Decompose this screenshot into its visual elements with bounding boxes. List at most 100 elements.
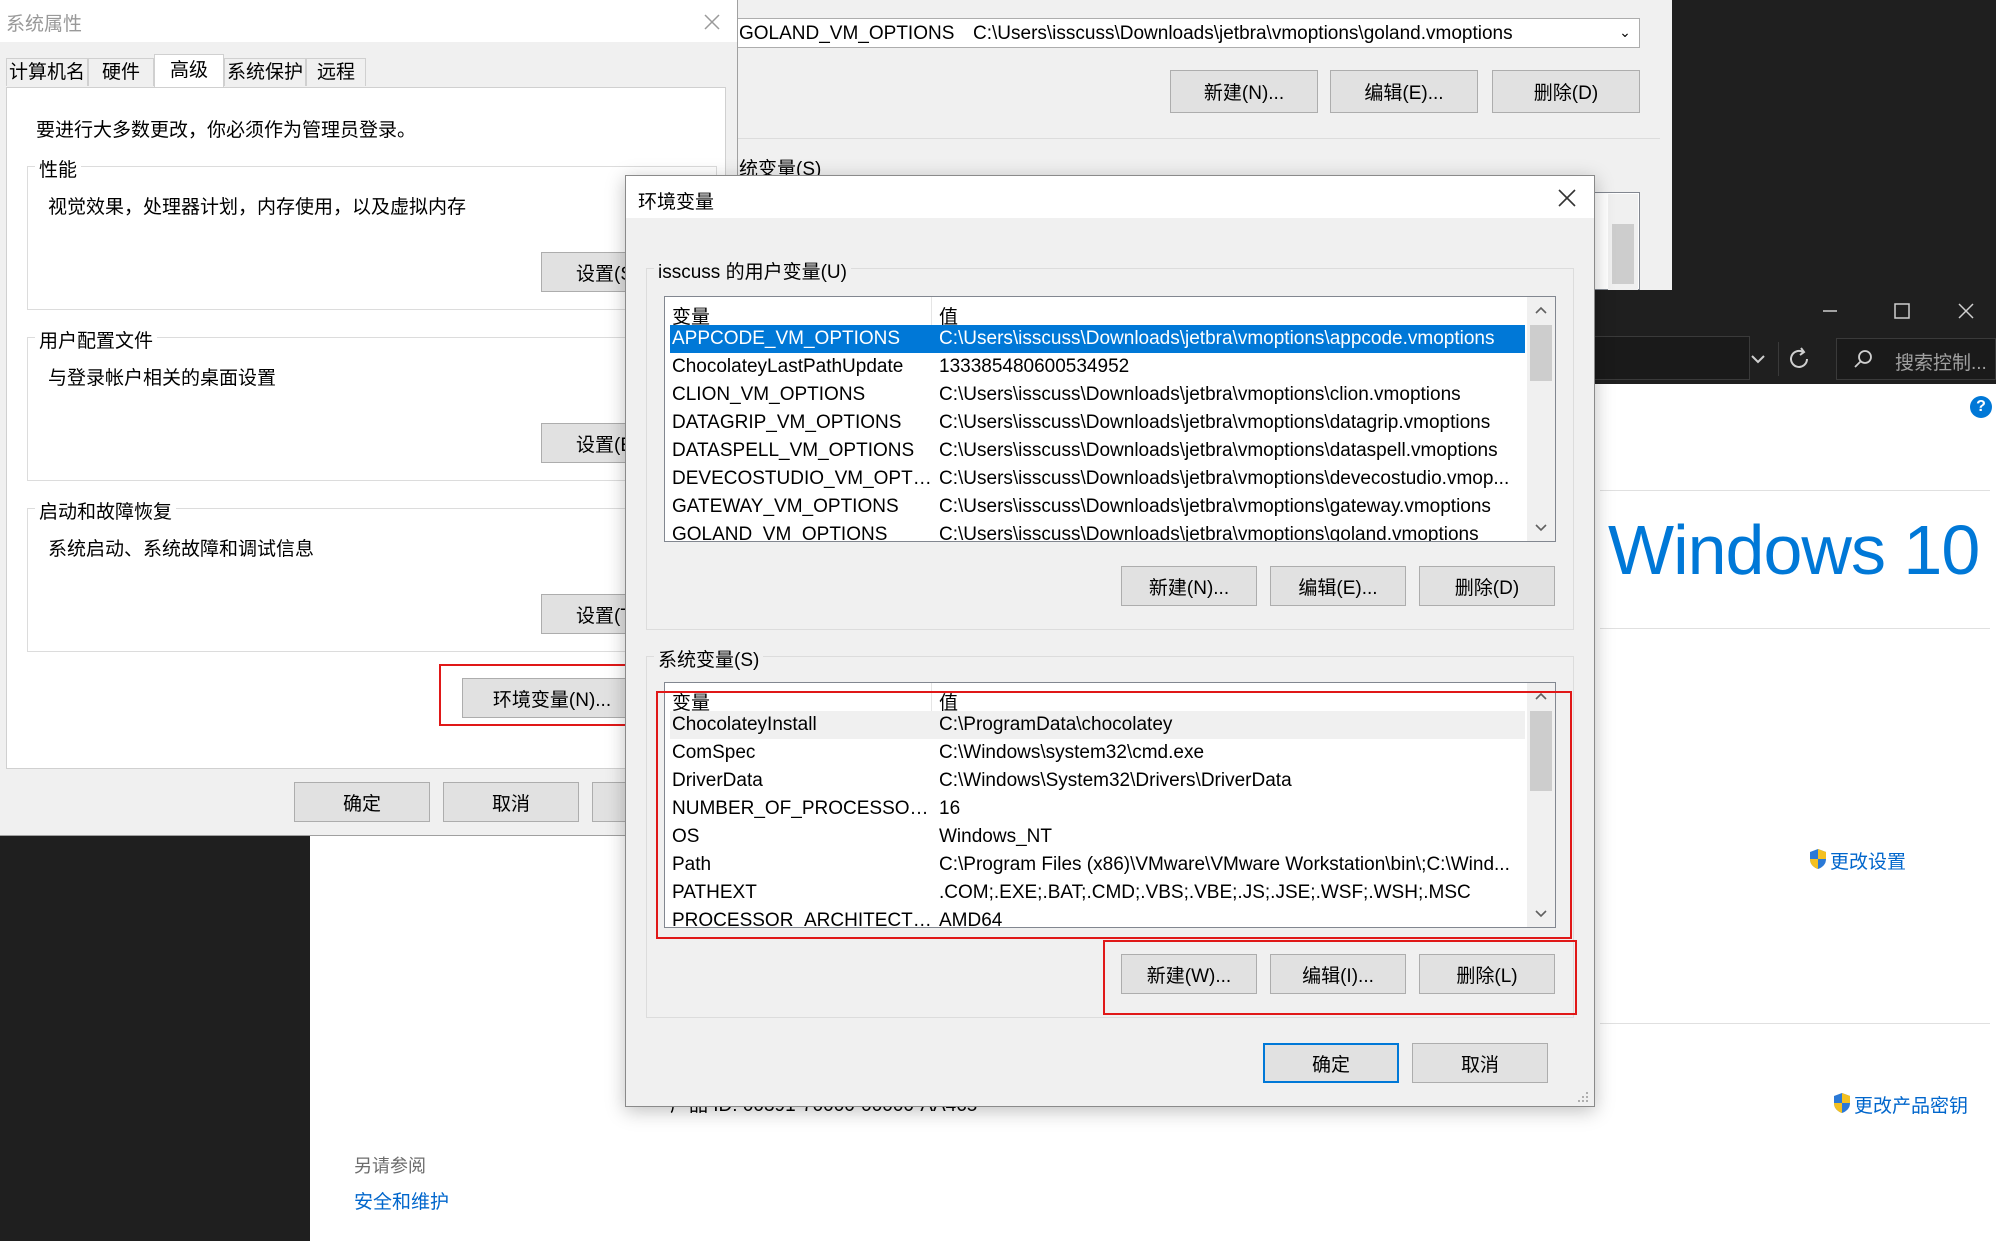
sp-ok-button[interactable]: 确定 <box>294 782 430 822</box>
cp-divider-1 <box>1600 490 1990 491</box>
tab-label: 计算机名 <box>8 62 85 83</box>
env-cancel-button[interactable]: 取消 <box>1412 1043 1548 1083</box>
cp-search-box[interactable]: 搜索控制... <box>1836 338 1996 380</box>
var-value: C:\Users\isscuss\Downloads\jetbra\vmopti… <box>939 524 1479 542</box>
env-ok-button[interactable]: 确定 <box>1263 1043 1399 1083</box>
bg-delete-label: 删除(D) <box>1533 83 1599 104</box>
sp-ok-label: 确定 <box>342 793 381 815</box>
desktop-dark-left <box>0 835 310 1241</box>
environment-variables-dialog: 环境变量 isscuss 的用户变量(U) 变量 值 APPCODE_VM_OP… <box>625 175 1595 1107</box>
tab-label: 硬件 <box>101 62 140 83</box>
table-row[interactable]: CLION_VM_OPTIONS C:\Users\isscuss\Downloa… <box>670 381 1525 409</box>
user-delete-label: 删除(D) <box>1454 577 1520 599</box>
bg-sys-scroll-thumb[interactable] <box>1612 224 1634 284</box>
table-row[interactable]: GOLAND_VM_OPTIONS C:\Users\isscuss\Downlo… <box>670 521 1525 542</box>
user-edit-button[interactable]: 编辑(E)... <box>1270 566 1406 606</box>
user-vars-scroll-thumb[interactable] <box>1530 325 1552 381</box>
maximize-icon[interactable] <box>1882 298 1922 324</box>
bg-sys-scrollbar[interactable] <box>1608 194 1638 290</box>
var-name: ChocolateyLastPathUpdate <box>672 356 904 377</box>
table-row[interactable]: APPCODE_VM_OPTIONS C:\Users\isscuss\Downl… <box>670 325 1525 353</box>
scroll-up-icon[interactable] <box>1527 297 1555 323</box>
see-also-heading: 另请参阅 <box>354 1156 426 1176</box>
search-icon <box>1851 348 1875 372</box>
address-dropdown-icon[interactable] <box>1738 342 1778 376</box>
security-maintenance-link[interactable]: 安全和维护 <box>354 1187 449 1214</box>
bg-new-button[interactable]: 新建(N)... <box>1170 70 1318 113</box>
var-name: GOLAND_VM_OPTIONS <box>672 524 888 542</box>
bg-selected-row[interactable]: GOLAND_VM_OPTIONS C:\Users\isscuss\Downl… <box>720 18 1640 48</box>
col-divider[interactable] <box>931 297 932 325</box>
bg-new-label: 新建(N)... <box>1203 83 1285 104</box>
windows-number: 10 <box>1903 511 1980 589</box>
env-ok-label: 确定 <box>1311 1054 1350 1076</box>
var-value: C:\Users\isscuss\Downloads\jetbra\vmopti… <box>939 384 1461 405</box>
bg-row-value: C:\Users\isscuss\Downloads\jetbra\vmopti… <box>973 23 1513 44</box>
user-vars-label: isscuss 的用户变量(U) <box>654 257 851 284</box>
tab-advanced[interactable]: 高级 <box>154 54 224 88</box>
var-name: DATAGRIP_VM_OPTIONS <box>672 412 902 433</box>
admin-note: 要进行大多数更改，你必须作为管理员登录。 <box>36 120 417 141</box>
change-settings-link[interactable]: 更改设置 <box>1808 846 1938 873</box>
tab-remote[interactable]: 远程 <box>306 58 366 86</box>
table-row[interactable]: DEVECOSTUDIO_VM_OPTIO... C:\Users\isscuss… <box>670 465 1525 493</box>
windows-word: Windows <box>1608 511 1886 589</box>
tab-label: 远程 <box>316 62 355 83</box>
minimize-icon[interactable] <box>1810 298 1850 324</box>
var-value: C:\Users\isscuss\Downloads\jetbra\vmopti… <box>939 328 1495 349</box>
startup-label: 启动和故障恢复 <box>35 497 177 524</box>
cp-divider-2 <box>1600 628 1990 629</box>
help-icon[interactable]: ? <box>1970 396 1992 418</box>
env-cancel-label: 取消 <box>1460 1054 1499 1076</box>
user-vars-scrollbar[interactable] <box>1527 297 1555 541</box>
profile-desc: 与登录帐户相关的桌面设置 <box>48 368 277 389</box>
var-value: C:\Users\isscuss\Downloads\jetbra\vmopti… <box>939 468 1510 489</box>
var-value: C:\Users\isscuss\Downloads\jetbra\vmopti… <box>939 412 1491 433</box>
shield-icon <box>1832 1092 1852 1114</box>
var-name: DATASPELL_VM_OPTIONS <box>672 440 915 461</box>
tab-hardware[interactable]: 硬件 <box>88 58 154 86</box>
startup-desc: 系统启动、系统故障和调试信息 <box>48 539 315 560</box>
close-icon[interactable] <box>1554 185 1580 211</box>
sp-cancel-button[interactable]: 取消 <box>443 782 579 822</box>
bg-row-name: GOLAND_VM_OPTIONS <box>739 23 955 44</box>
close-icon[interactable] <box>700 10 724 34</box>
refresh-icon[interactable] <box>1778 342 1822 376</box>
annotation-box-system-buttons <box>1103 940 1577 1015</box>
annotation-box-system-list <box>656 691 1572 939</box>
env-title: 环境变量 <box>638 192 715 213</box>
performance-desc: 视觉效果，处理器计划，内存使用，以及虚拟内存 <box>48 197 467 218</box>
table-row[interactable]: DATAGRIP_VM_OPTIONS C:\Users\isscuss\Down… <box>670 409 1525 437</box>
var-name: GATEWAY_VM_OPTIONS <box>672 496 899 517</box>
bg-edit-button[interactable]: 编辑(E)... <box>1330 70 1478 113</box>
var-name: CLION_VM_OPTIONS <box>672 384 866 405</box>
user-new-button[interactable]: 新建(N)... <box>1121 566 1257 606</box>
user-vars-header: 变量 值 <box>665 297 1527 328</box>
change-product-key-link[interactable]: 更改产品密钥 <box>1832 1090 1996 1117</box>
change-product-key-label: 更改产品密钥 <box>1854 1096 1969 1117</box>
sp-cancel-label: 取消 <box>491 793 530 815</box>
shield-icon <box>1808 848 1828 870</box>
user-delete-button[interactable]: 删除(D) <box>1419 566 1555 606</box>
env-titlebar: 环境变量 <box>626 176 1594 218</box>
resize-grip-icon[interactable] <box>1576 1090 1590 1104</box>
bg-edit-label: 编辑(E)... <box>1364 83 1444 104</box>
bg-divider <box>720 138 1660 139</box>
scroll-down-icon[interactable] <box>1527 515 1555 541</box>
table-row[interactable]: DATASPELL_VM_OPTIONS C:\Users\isscuss\Dow… <box>670 437 1525 465</box>
table-row[interactable]: GATEWAY_VM_OPTIONS C:\Users\isscuss\Downl… <box>670 493 1525 521</box>
tab-label: 系统保护 <box>226 62 303 83</box>
user-edit-label: 编辑(E)... <box>1298 577 1378 599</box>
bg-delete-button[interactable]: 删除(D) <box>1492 70 1640 113</box>
tab-system-protection[interactable]: 系统保护 <box>224 58 306 86</box>
var-name: APPCODE_VM_OPTIONS <box>672 328 901 349</box>
table-row[interactable]: ChocolateyLastPathUpdate 1333854806005349… <box>670 353 1525 381</box>
bg-scroll-down[interactable]: ⌄ <box>1613 20 1637 44</box>
window-close-icon[interactable] <box>1946 298 1986 324</box>
change-settings-label: 更改设置 <box>1830 852 1907 873</box>
sp-title: 系统属性 <box>6 14 83 35</box>
user-new-label: 新建(N)... <box>1148 577 1230 599</box>
tab-computer-name[interactable]: 计算机名 <box>6 58 88 86</box>
sp-titlebar: 系统属性 <box>0 0 737 42</box>
system-vars-label: 系统变量(S) <box>654 645 764 672</box>
